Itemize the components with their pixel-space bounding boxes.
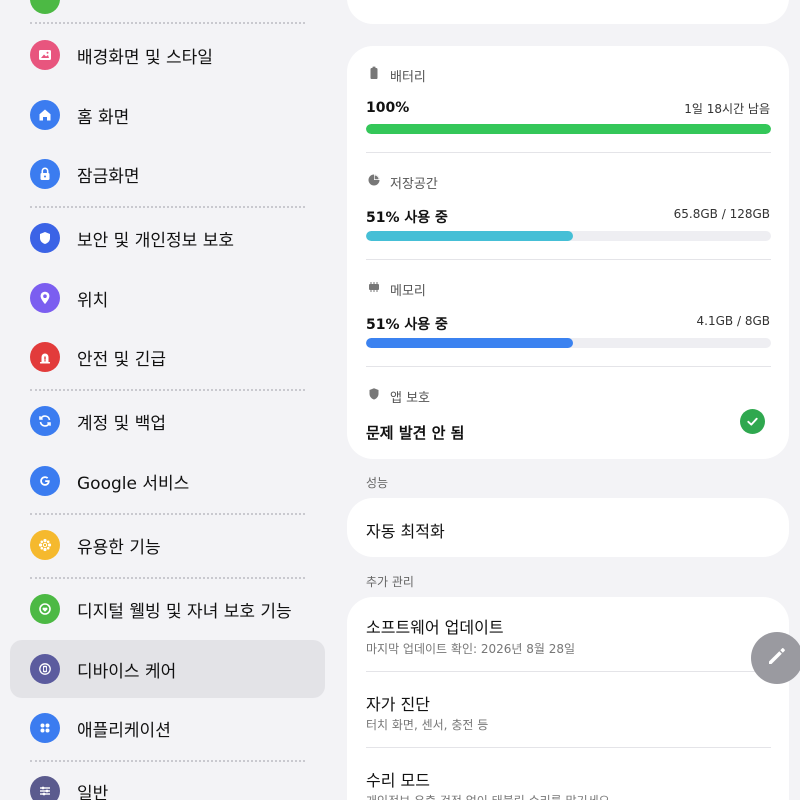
lock-icon (30, 159, 60, 189)
battery-value: 100% (366, 100, 410, 116)
shield-icon (30, 223, 60, 253)
repair-mode-title[interactable]: 수리 모드 (366, 767, 430, 791)
sidebar-item-security-privacy[interactable]: 보안 및 개인정보 보호 (10, 209, 325, 267)
sliders-icon (30, 776, 60, 800)
battery-header: 배터리 (366, 65, 426, 85)
sidebar-item-device-care[interactable]: 디바이스 케어 (10, 640, 325, 698)
storage-bar-fill (366, 231, 573, 241)
sidebar-item-label: Google 서비스 (77, 473, 190, 494)
sidebar-item-lock-screen[interactable]: 잠금화면 (10, 145, 325, 203)
storage-header: 저장공간 (366, 172, 438, 192)
auto-optimize-label[interactable]: 자동 최적화 (366, 518, 445, 542)
sidebar-item-label: 유용한 기능 (77, 537, 161, 558)
sidebar-item-wallpaper[interactable]: 배경화면 및 스타일 (10, 26, 325, 84)
sidebar-item-label: 계정 및 백업 (77, 413, 167, 434)
shield-icon (366, 386, 382, 406)
memory-detail: 4.1GB / 8GB (696, 314, 770, 328)
battery-remaining: 1일 18시간 남음 (684, 102, 770, 116)
sidebar-item-label: 디바이스 케어 (77, 661, 177, 682)
sidebar-item-applications[interactable]: 애플리케이션 (10, 699, 325, 757)
sidebar-item-google-services[interactable]: Google 서비스 (10, 452, 325, 510)
sidebar-item-accounts-backup[interactable]: 계정 및 백업 (10, 392, 325, 450)
storage-detail: 65.8GB / 128GB (673, 207, 770, 221)
divider (366, 747, 771, 748)
sync-icon (30, 406, 60, 436)
device-care-icon (30, 654, 60, 684)
memory-header: 메모리 (366, 279, 426, 299)
sidebar-item-label: 애플리케이션 (77, 720, 171, 741)
storage-value: 51% 사용 중 (366, 210, 448, 226)
self-diagnosis-title[interactable]: 자가 진단 (366, 691, 430, 715)
battery-icon (366, 65, 382, 85)
divider (30, 206, 305, 208)
memory-value: 51% 사용 중 (366, 317, 448, 333)
divider (366, 259, 771, 260)
sidebar-item-label: 안전 및 긴급 (77, 349, 167, 370)
device-overview-card (347, 0, 789, 24)
sidebar-item-label: 잠금화면 (77, 166, 140, 187)
sidebar-item-home-screen[interactable]: 홈 화면 (10, 86, 325, 144)
divider (30, 513, 305, 515)
sidebar-item-label: 위치 (77, 290, 109, 311)
app-protection-status: 문제 발견 안 됨 (366, 424, 465, 442)
software-update-title[interactable]: 소프트웨어 업데이트 (366, 614, 504, 638)
sidebar-item-general[interactable]: 일반 (10, 762, 325, 800)
wellbeing-icon (30, 594, 60, 624)
sidebar-item-location[interactable]: 위치 (10, 269, 325, 327)
divider (366, 366, 771, 367)
google-icon (30, 466, 60, 496)
divider (30, 389, 305, 391)
emergency-icon (30, 342, 60, 372)
sidebar-item-label: 홈 화면 (77, 107, 130, 128)
check-circle-icon (740, 409, 765, 434)
sidebar-item-safety-emergency[interactable]: 안전 및 긴급 (10, 328, 325, 386)
apps-icon (30, 713, 60, 743)
pencil-icon (765, 644, 789, 672)
memory-bar (366, 338, 771, 348)
software-update-subtitle: 마지막 업데이트 확인: 2026년 8월 28일 (366, 642, 576, 656)
sidebar-item-label: 일반 (77, 783, 109, 800)
divider (366, 671, 771, 672)
edit-fab-button[interactable] (751, 632, 800, 684)
memory-bar-fill (366, 338, 573, 348)
sidebar-item-useful-features[interactable]: 유용한 기능 (10, 516, 325, 574)
app-protection-header: 앱 보호 (366, 386, 430, 406)
sidebar-item-label: 디지털 웰빙 및 자녀 보호 기능 (77, 601, 292, 622)
section-label-extra: 추가 관리 (366, 575, 414, 589)
sidebar-item-label: 배경화면 및 스타일 (77, 47, 213, 68)
home-icon (30, 100, 60, 130)
puzzle-icon (30, 530, 60, 560)
repair-mode-subtitle: 개인정보 유출 걱정 없이 태블릿 수리를 맡기세요 (366, 792, 610, 800)
self-diagnosis-subtitle: 터치 화면, 센서, 충전 등 (366, 718, 489, 732)
wallpaper-icon (30, 40, 60, 70)
divider (30, 22, 305, 24)
sidebar-item-digital-wellbeing[interactable]: 디지털 웰빙 및 자녀 보호 기능 (10, 580, 325, 638)
battery-bar (366, 124, 771, 134)
divider (366, 152, 771, 153)
battery-bar-fill (366, 124, 771, 134)
section-label-performance: 성능 (366, 476, 389, 490)
sidebar-item-label: 보안 및 개인정보 보호 (77, 230, 234, 251)
pie-chart-icon (366, 172, 382, 192)
location-icon (30, 283, 60, 313)
memory-chip-icon (366, 279, 382, 299)
connected-devices-icon (30, 0, 60, 14)
storage-bar (366, 231, 771, 241)
settings-sidebar: 배경화면 및 스타일 홈 화면 잠금화면 보안 및 개인정보 보호 위치 안전 … (0, 0, 335, 800)
divider (30, 577, 305, 579)
